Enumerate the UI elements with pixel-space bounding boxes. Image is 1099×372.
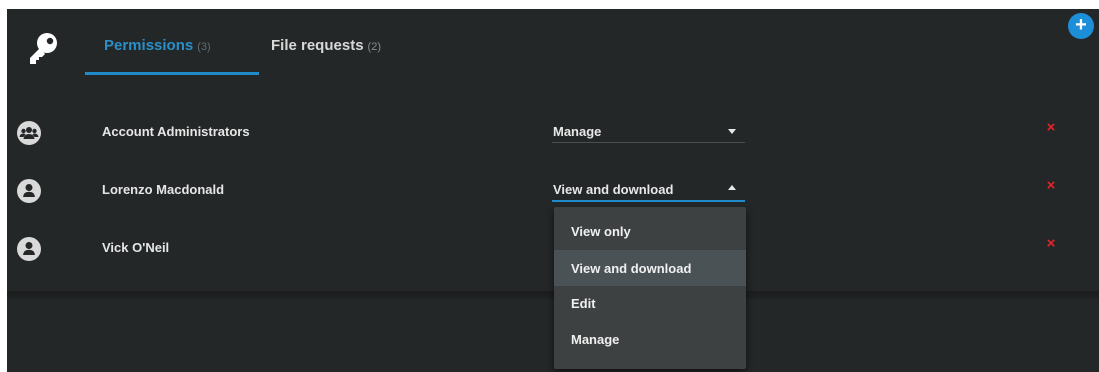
tab-file-requests[interactable]: File requests (2) bbox=[271, 37, 381, 67]
member-name: Vick O'Neil bbox=[102, 240, 170, 255]
dropdown-option-view-and-download[interactable]: View and download bbox=[554, 250, 746, 286]
dropdown-option-manage[interactable]: Manage bbox=[554, 321, 746, 357]
key-icon bbox=[26, 32, 60, 68]
permission-select[interactable]: Manage bbox=[552, 116, 745, 143]
panel-divider bbox=[7, 291, 1099, 299]
dropdown-option-view-only[interactable]: View only bbox=[554, 213, 746, 249]
user-icon bbox=[17, 179, 41, 203]
permission-row-account-administrators: Account Administrators Manage × bbox=[7, 116, 1099, 156]
tab-permissions-count: (3) bbox=[197, 41, 211, 53]
dropdown-option-edit[interactable]: Edit bbox=[554, 285, 746, 321]
active-tab-indicator bbox=[85, 72, 259, 75]
permission-dropdown-menu: View only View and download Edit Manage bbox=[554, 207, 746, 369]
chevron-up-icon bbox=[728, 185, 736, 190]
share-permissions-panel: Permissions (3) File requests (2) Account … bbox=[7, 9, 1099, 372]
dropdown-option-label: Manage bbox=[571, 332, 620, 347]
member-name: Lorenzo Macdonald bbox=[102, 182, 225, 197]
permission-select-value: Manage bbox=[553, 124, 602, 139]
chevron-down-icon bbox=[728, 129, 736, 134]
dropdown-option-label: View and download bbox=[571, 261, 692, 276]
permission-row-vick-oneil: Vick O'Neil × bbox=[7, 232, 1099, 272]
permission-row-lorenzo-macdonald: Lorenzo Macdonald View and download × bbox=[7, 174, 1099, 214]
dropdown-option-label: Edit bbox=[571, 296, 596, 311]
permission-select[interactable]: View and download bbox=[552, 174, 745, 202]
user-icon bbox=[17, 237, 41, 261]
tab-file-requests-count: (2) bbox=[367, 41, 381, 53]
close-icon[interactable]: × bbox=[1044, 178, 1058, 193]
tab-file-requests-label: File requests bbox=[271, 37, 364, 54]
tab-permissions-label: Permissions bbox=[104, 37, 194, 54]
member-name: Account Administrators bbox=[102, 124, 250, 139]
group-icon bbox=[17, 121, 41, 145]
permission-select-value: View and download bbox=[553, 182, 674, 197]
tab-permissions[interactable]: Permissions (3) bbox=[104, 37, 211, 67]
add-member-button[interactable]: + bbox=[1068, 13, 1094, 39]
close-icon[interactable]: × bbox=[1044, 236, 1058, 251]
dropdown-option-label: View only bbox=[571, 224, 631, 239]
close-icon[interactable]: × bbox=[1044, 120, 1058, 135]
